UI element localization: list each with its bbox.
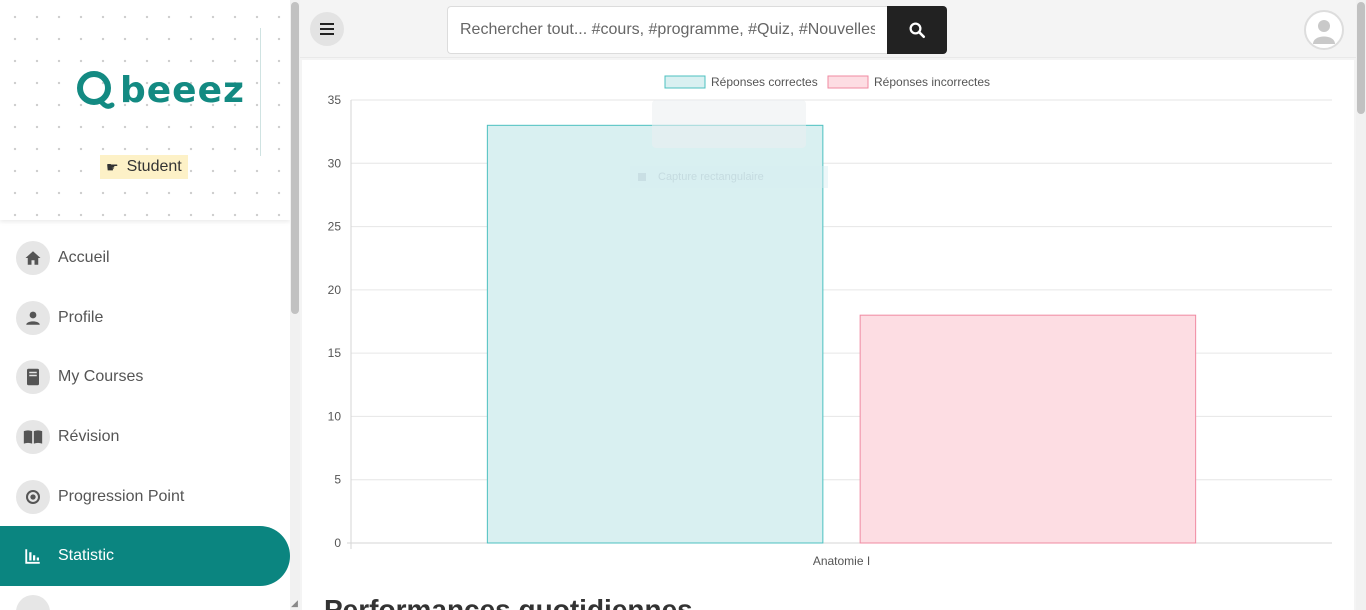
- main-scrollbar-thumb[interactable]: [1357, 2, 1365, 114]
- sidebar-item-label: Statistic: [58, 547, 115, 565]
- sidebar-item-revision[interactable]: Révision: [0, 407, 290, 467]
- search-bar: [447, 6, 947, 54]
- legend-swatch: [827, 75, 869, 89]
- sidebar-item-label: Accueil: [58, 248, 110, 266]
- sidebar-item-next[interactable]: [0, 586, 290, 610]
- sidebar-nav: Accueil Profile My Courses Révision Prog…: [0, 228, 290, 610]
- y-tick-label: 15: [328, 346, 342, 360]
- menu-toggle-button[interactable]: [310, 12, 344, 46]
- main-content: 0 5 10 15 20 25 30 35 Anatomie I Réponses correct…: [302, 60, 1354, 610]
- legend-label: Réponses correctes: [711, 75, 818, 89]
- hamburger-icon: [320, 23, 334, 35]
- logo-q-icon: [77, 71, 115, 109]
- sidebar-item-statistic[interactable]: Statistic: [0, 526, 290, 587]
- legend-label: Réponses incorrectes: [874, 75, 990, 89]
- bar-chart-icon: [16, 539, 50, 573]
- y-tick-label: 5: [334, 473, 341, 487]
- role-badge: ☛ Student: [100, 155, 188, 179]
- sidebar-item-my-courses[interactable]: My Courses: [0, 347, 290, 407]
- avatar[interactable]: [1304, 10, 1344, 50]
- sidebar: beeez ☛ Student Accueil Profile My Cours…: [0, 0, 300, 610]
- y-tick-label: 30: [328, 156, 342, 170]
- capture-icon: [638, 173, 646, 181]
- sidebar-item-progression-point[interactable]: Progression Point: [0, 467, 290, 527]
- divider: [260, 28, 261, 156]
- section-title: Performances quotidiennes: [324, 594, 693, 610]
- sidebar-item-label: My Courses: [58, 368, 144, 386]
- legend-swatch: [664, 75, 706, 89]
- search-icon: [909, 22, 926, 39]
- app: beeez ☛ Student Accueil Profile My Cours…: [0, 0, 1366, 610]
- sidebar-item-label: Révision: [58, 427, 120, 445]
- bar-incorrect: [859, 314, 1197, 544]
- user-icon: [16, 300, 50, 335]
- search-input[interactable]: [447, 6, 887, 54]
- y-tick-label: 20: [328, 283, 342, 297]
- open-book-icon: [16, 419, 50, 454]
- y-tick-label: 0: [334, 536, 341, 550]
- resize-handle-icon[interactable]: ◢: [291, 598, 300, 608]
- sidebar-item-label: Progression Point: [58, 487, 185, 505]
- target-icon: [16, 479, 50, 514]
- user-avatar-icon: [1313, 20, 1335, 44]
- topbar: [300, 0, 1356, 58]
- statistics-bar-chart: 0 5 10 15 20 25 30 35 Anatomie I Réponses correct…: [328, 75, 1332, 568]
- nav-icon: [16, 595, 50, 610]
- sidebar-item-accueil[interactable]: Accueil: [0, 228, 290, 288]
- hand-pointing-icon: ☛: [106, 158, 119, 175]
- role-label: Student: [126, 158, 182, 175]
- y-tick-label: 25: [328, 220, 342, 234]
- book-icon: [16, 360, 50, 395]
- y-tick-label: 10: [328, 409, 342, 423]
- sidebar-scrollbar-thumb[interactable]: [291, 2, 299, 314]
- screenshot-overlay: [652, 100, 806, 148]
- sidebar-item-profile[interactable]: Profile: [0, 288, 290, 348]
- search-button[interactable]: [887, 6, 947, 54]
- home-icon: [16, 240, 50, 275]
- screenshot-tooltip-label: Capture rectangulaire: [658, 171, 764, 183]
- logo-text: beeez: [120, 69, 245, 111]
- y-tick-label: 35: [328, 93, 342, 107]
- x-tick-label: Anatomie I: [813, 554, 870, 568]
- brand-panel: beeez ☛ Student: [0, 0, 290, 220]
- sidebar-item-label: Profile: [58, 308, 104, 326]
- screenshot-tooltip: Capture rectangulaire: [630, 166, 828, 188]
- logo[interactable]: beeez: [76, 62, 245, 118]
